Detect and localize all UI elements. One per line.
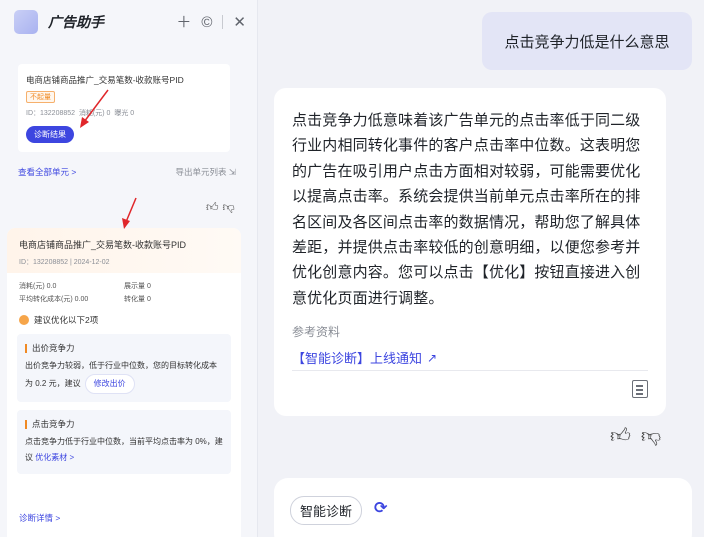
history-icon[interactable]: © [201,15,212,30]
copy-icon[interactable] [632,380,648,398]
close-icon[interactable]: ✕ [233,15,246,30]
plus-icon[interactable]: ＋ [176,15,191,30]
ad-unit-stats: 消耗(元) 0.0 展示量 0 平均转化成本(元) 0.00 转化量 0 [19,283,151,303]
diagnosis-detail-link[interactable]: 诊断详情 > [19,512,60,524]
chat-composer: 智能诊断 ⟳ [274,478,692,537]
user-question-bubble: 点击竞争力低是什么意思 [482,12,692,70]
ad-unit-id-date: ID：132208852 | 2024-12-02 [19,259,110,266]
ad-unit-diagnosis-card: 电商店铺商品推广_交易笔数-收款账号PID ID：132208852 | 202… [7,228,241,537]
click-competitiveness-block: 点击竞争力 点击竞争力低于行业中位数，当前平均点击率为 0%，建议 优化素材 > [17,410,231,474]
assistant-answer-card: 点击竞争力低意味着该广告单元的点击率低于同二级行业内相同转化事件的客户点击率中位… [274,88,666,416]
modify-bid-button[interactable]: 修改出价 [84,374,135,394]
diagnosis-result-button[interactable]: 诊断结果 [26,126,74,143]
suggestion-summary: 建议优化以下2项 [7,304,241,326]
feedback-buttons: 👍︎👎︎ [610,424,671,448]
divider [292,370,648,371]
reference-link[interactable]: 【智能诊断】上线通知 ↗ [292,348,648,367]
section-marker [25,419,27,429]
panel-header: 广告助手 ＋ © ✕ [0,0,257,44]
thumbs-up-icon[interactable]: 👍︎ [610,425,641,447]
export-unit-list-link[interactable]: 导出单元列表 ⇲ [175,166,236,178]
status-badge: 不起量 [26,91,55,103]
app-logo [14,10,38,34]
app-title: 广告助手 [48,14,104,30]
thumbs-up-icon[interactable]: 👍︎ [206,200,223,214]
section-marker [25,343,27,353]
answer-text: 点击竞争力低意味着该广告单元的点击率低于同二级行业内相同转化事件的客户点击率中位… [292,112,641,307]
ad-unit-card-summary: 电商店铺商品推广_交易笔数-收款账号PID 不起量 ID：132208852 消… [18,64,230,152]
annotation-arrow-1 [80,89,109,128]
ad-unit-name: 电商店铺商品推广_交易笔数-收款账号PID [26,75,184,85]
smart-diagnosis-chip[interactable]: 智能诊断 [290,496,363,525]
thumbs-down-icon[interactable]: 👎︎ [223,200,239,214]
toolbar-divider [222,15,224,29]
export-icon: ⇲ [228,167,236,177]
external-link-icon: ↗ [427,350,438,365]
reference-label: 参考资料 [292,325,341,340]
ad-unit-meta: ID：132208852 消耗(元) 0 曝光 0 [26,110,135,117]
annotation-arrow-2 [122,197,137,229]
diagnosis-card-header: 电商店铺商品推广_交易笔数-收款账号PID ID：132208852 | 202… [7,228,241,273]
refresh-icon[interactable]: ⟳ [374,498,387,518]
ad-unit-name: 电商店铺商品推广_交易笔数-收款账号PID [19,240,187,250]
feedback-buttons-left: 👍︎👎︎ [206,200,239,215]
optimize-creative-link[interactable]: 优化素材 > [35,453,74,462]
suggestion-icon [19,315,29,325]
assistant-side-panel: 广告助手 ＋ © ✕ 电商店铺商品推广_交易笔数-收款账号PID 不起量 ID：… [0,0,258,537]
unit-links-row: 查看全部单元 > 导出单元列表 ⇲ [18,166,236,178]
view-all-units-link[interactable]: 查看全部单元 > [18,166,76,178]
bid-competitiveness-block: 出价竞争力 出价竞争力较弱，低于行业中位数，您的目标转化成本为 0.2 元，建议… [17,334,231,402]
thumbs-down-icon[interactable]: 👎︎ [641,425,671,447]
